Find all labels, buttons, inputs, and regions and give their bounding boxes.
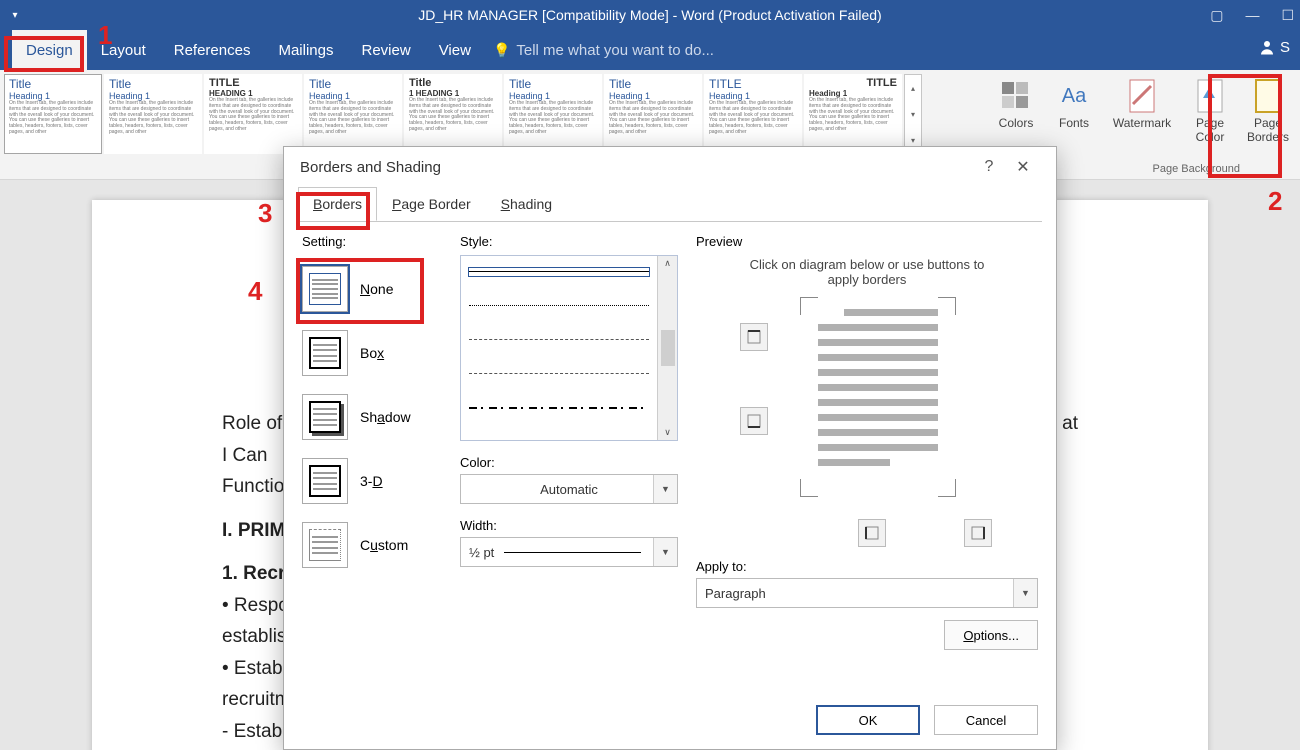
style-line-dotted[interactable] [469, 302, 649, 310]
document-format-thumbnail[interactable]: TITLEHEADING 1On the Insert tab, the gal… [204, 74, 302, 154]
tab-mailings[interactable]: Mailings [264, 30, 347, 70]
gallery-expand-icon[interactable]: ▴▾▾ [904, 74, 922, 154]
page-borders-icon [1242, 76, 1294, 116]
style-line-dashed-2[interactable] [469, 370, 649, 378]
tell-me-placeholder: Tell me what you want to do... [516, 42, 714, 59]
setting-column: Setting: None Box Shadow 3-D Custom [302, 234, 442, 662]
chevron-down-icon: ▼ [1013, 579, 1037, 607]
style-line-dashed[interactable] [469, 336, 649, 344]
dialog-tab-shading[interactable]: Shading [486, 187, 567, 221]
close-icon[interactable]: ✕ [1006, 157, 1040, 177]
maximize-icon[interactable]: ☐ [1281, 7, 1294, 24]
cancel-button[interactable]: Cancel [934, 705, 1038, 735]
style-listbox[interactable]: ∧∨ [460, 255, 678, 441]
color-label: Color: [460, 455, 678, 470]
style-column: Style: ∧∨ Color: Automatic▼ Width: ½ pt▼ [460, 234, 678, 662]
watermark-button[interactable]: Watermark [1106, 76, 1178, 130]
border-bottom-button[interactable] [740, 407, 768, 435]
scroll-thumb[interactable] [661, 330, 675, 366]
document-format-thumbnail[interactable]: Title1 HEADING 1On the Insert tab, the g… [404, 74, 502, 154]
chevron-down-icon: ▼ [653, 475, 677, 503]
window-title: JD_HR MANAGER [Compatibility Mode] - Wor… [0, 7, 1300, 23]
width-combo[interactable]: ½ pt▼ [460, 537, 678, 567]
setting-custom[interactable]: Custom [302, 513, 442, 577]
dialog-tab-page-border[interactable]: Page Border [377, 187, 486, 221]
preview-hint: Click on diagram below or use buttons to… [746, 257, 988, 287]
borders-and-shading-dialog: Borders and Shading ? ✕ Borders Page Bor… [283, 146, 1057, 750]
group-label-page-background: Page Background [1153, 163, 1240, 175]
page-color-icon [1184, 76, 1236, 116]
color-combo[interactable]: Automatic▼ [460, 474, 678, 504]
document-format-thumbnail[interactable]: TITLEHeading 1On the Insert tab, the gal… [704, 74, 802, 154]
tab-layout[interactable]: Layout [87, 30, 160, 70]
preview-column: Preview Click on diagram below or use bu… [696, 234, 1038, 662]
setting-shadow[interactable]: Shadow [302, 385, 442, 449]
preview-label: Preview [696, 234, 1038, 249]
document-format-thumbnail[interactable]: TitleHeading 1On the Insert tab, the gal… [4, 74, 102, 154]
fonts-icon: Aa [1048, 76, 1100, 116]
dialog-title: Borders and Shading [300, 159, 441, 176]
setting-none[interactable]: None [302, 257, 442, 321]
tell-me-search[interactable]: 💡 Tell me what you want to do... [493, 42, 714, 59]
ok-button[interactable]: OK [816, 705, 920, 735]
style-line-solid[interactable] [469, 268, 649, 276]
document-format-thumbnail[interactable]: TitleHeading 1On the Insert tab, the gal… [604, 74, 702, 154]
tab-design[interactable]: Design [12, 30, 87, 70]
apply-to-combo[interactable]: Paragraph▼ [696, 578, 1038, 608]
setting-label: Setting: [302, 234, 442, 249]
scroll-up-icon[interactable]: ∧ [664, 258, 671, 269]
style-line-dashdot[interactable] [469, 407, 649, 409]
options-button[interactable]: Options... [944, 620, 1038, 650]
chevron-down-icon: ▼ [653, 538, 677, 566]
dialog-titlebar: Borders and Shading ? ✕ [284, 147, 1056, 187]
document-format-thumbnail[interactable]: TITLEHeading 1On the Insert tab, the gal… [804, 74, 902, 154]
tab-view[interactable]: View [425, 30, 485, 70]
document-formatting-gallery[interactable]: TitleHeading 1On the Insert tab, the gal… [4, 74, 904, 154]
document-format-thumbnail[interactable]: TitleHeading 1On the Insert tab, the gal… [104, 74, 202, 154]
style-scrollbar[interactable]: ∧∨ [657, 256, 677, 440]
title-bar: ▾ JD_HR MANAGER [Compatibility Mode] - W… [0, 0, 1300, 30]
colors-button[interactable]: Colors [990, 76, 1042, 130]
border-right-button[interactable] [964, 519, 992, 547]
person-icon [1258, 38, 1276, 56]
watermark-icon [1106, 76, 1178, 116]
minimize-icon[interactable]: — [1245, 7, 1259, 23]
scroll-down-icon[interactable]: ∨ [664, 427, 671, 438]
page-borders-button[interactable]: Page Borders [1242, 76, 1294, 144]
apply-to-label: Apply to: [696, 559, 1038, 574]
ribbon-tabs: Design Layout References Mailings Review… [0, 30, 1300, 70]
preview-diagram[interactable] [706, 297, 1038, 497]
lightbulb-icon: 💡 [493, 42, 510, 59]
colors-icon [990, 76, 1042, 116]
ribbon-display-options-icon[interactable]: ▢ [1210, 7, 1223, 24]
qat-dropdown-icon[interactable]: ▾ [0, 10, 30, 21]
dialog-tab-borders[interactable]: Borders [298, 187, 377, 221]
width-label: Width: [460, 518, 678, 533]
document-format-thumbnail[interactable]: TitleHeading 1On the Insert tab, the gal… [504, 74, 602, 154]
setting-box[interactable]: Box [302, 321, 442, 385]
help-icon[interactable]: ? [972, 158, 1006, 176]
fonts-button[interactable]: Aa Fonts [1048, 76, 1100, 130]
tab-review[interactable]: Review [348, 30, 425, 70]
setting-3d[interactable]: 3-D [302, 449, 442, 513]
sign-in[interactable]: S [1258, 38, 1290, 56]
page-color-button[interactable]: Page Color [1184, 76, 1236, 144]
document-format-thumbnail[interactable]: TitleHeading 1On the Insert tab, the gal… [304, 74, 402, 154]
tab-references[interactable]: References [160, 30, 265, 70]
style-label: Style: [460, 234, 678, 249]
dialog-tabs: Borders Page Border Shading [284, 187, 1056, 221]
border-left-button[interactable] [858, 519, 886, 547]
border-top-button[interactable] [740, 323, 768, 351]
